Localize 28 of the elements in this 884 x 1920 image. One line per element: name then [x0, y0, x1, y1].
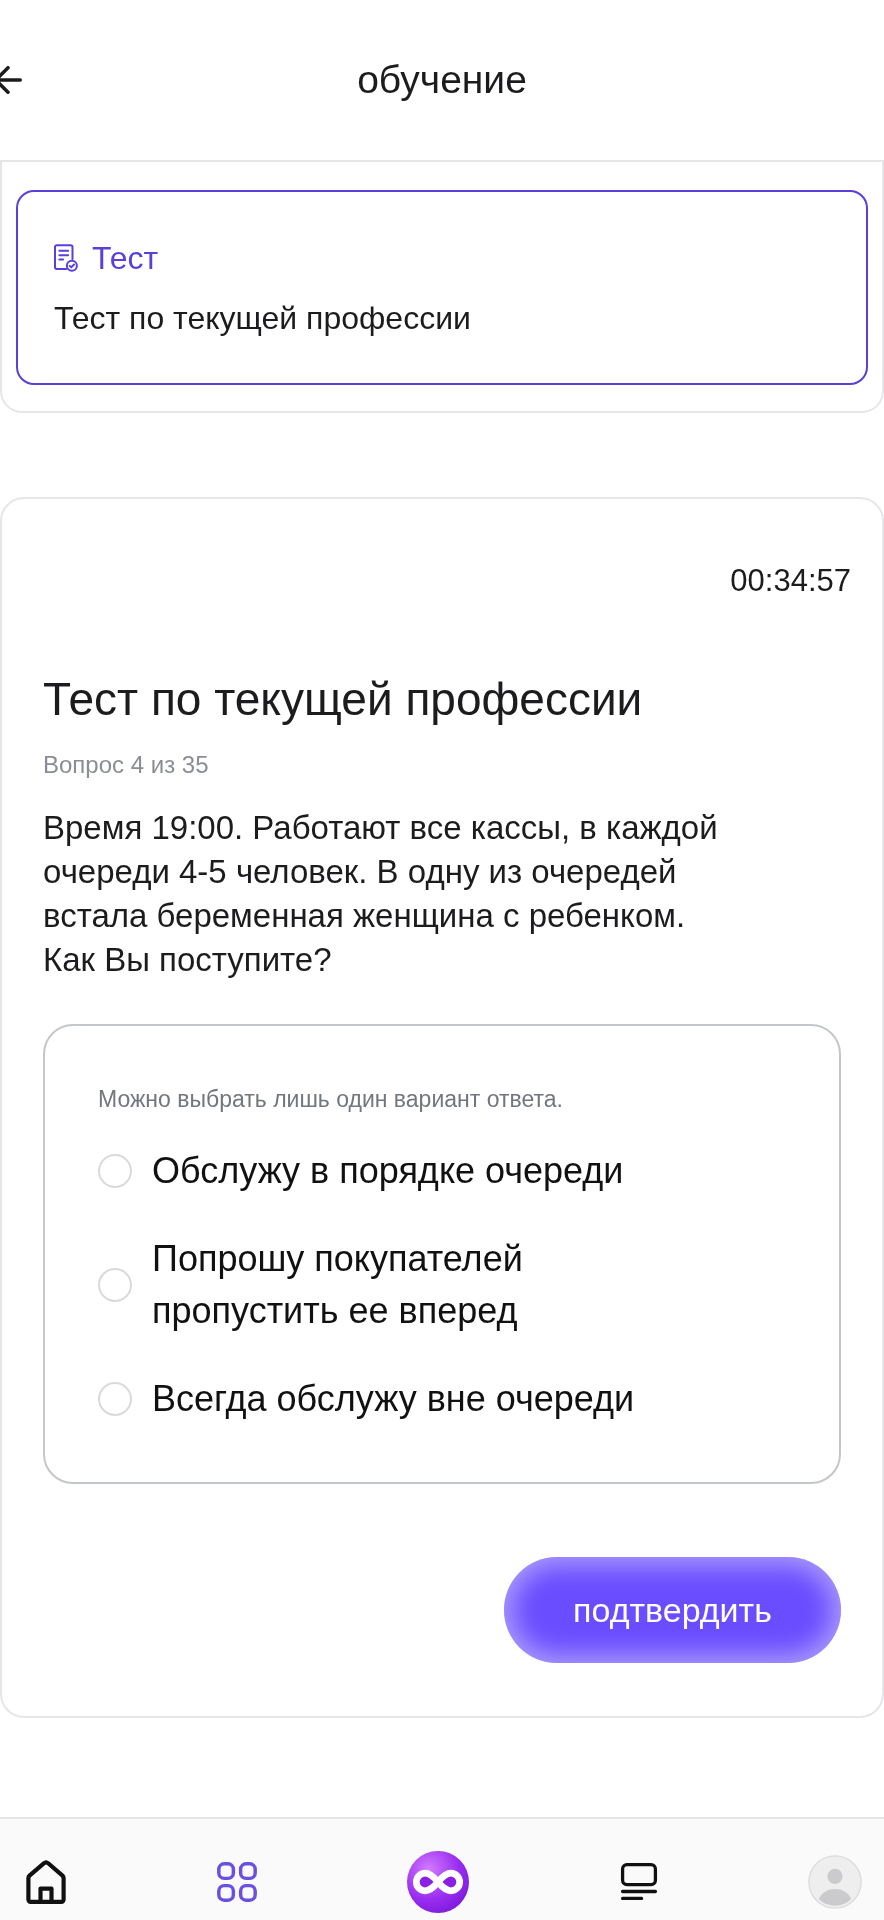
page-title: обучение: [357, 57, 527, 103]
radio-button[interactable]: [98, 1268, 132, 1302]
avatar-icon: [808, 1854, 862, 1909]
grid-icon: [216, 1861, 257, 1902]
brand-tab[interactable]: [407, 1850, 469, 1913]
grid-tab[interactable]: [216, 1861, 257, 1902]
answer-option-label[interactable]: Попрошу покупателей пропустить ее вперед: [152, 1233, 682, 1337]
test-card[interactable]: Тест Тест по текущей профессии: [16, 190, 868, 385]
back-arrow-icon: [0, 66, 22, 94]
home-tab[interactable]: [26, 1859, 66, 1904]
radio-button[interactable]: [98, 1154, 132, 1188]
test-card-title: Тест по текущей профессии: [54, 299, 472, 336]
countdown-timer: 00:34:57: [730, 563, 851, 599]
test-type-label: Тест: [92, 239, 159, 276]
home-icon: [26, 1859, 66, 1904]
answer-hint: Можно выбрать лишь один вариант ответа.: [98, 1085, 564, 1114]
confirm-button[interactable]: подтвердить: [504, 1557, 841, 1663]
back-button[interactable]: [0, 66, 22, 94]
radio-button[interactable]: [98, 1382, 132, 1416]
list-tab[interactable]: [619, 1861, 658, 1902]
question-text: Время 19:00. Работают все кассы, в каждой очереди 4-5 человек. В одну из очередей встала беременная женщина с ребенком. Как Вы поступите?: [43, 808, 719, 980]
document-check-icon: [54, 243, 78, 272]
answer-option-label[interactable]: Всегда обслужу вне очереди: [152, 1373, 635, 1425]
question-counter: Вопрос 4 из 35: [43, 750, 210, 780]
list-icon: [619, 1861, 658, 1902]
test-title: Тест по текущей профессии: [43, 673, 644, 725]
answer-option-label[interactable]: Обслужу в порядке очереди: [152, 1145, 624, 1197]
infinity-logo-icon: [407, 1850, 469, 1913]
